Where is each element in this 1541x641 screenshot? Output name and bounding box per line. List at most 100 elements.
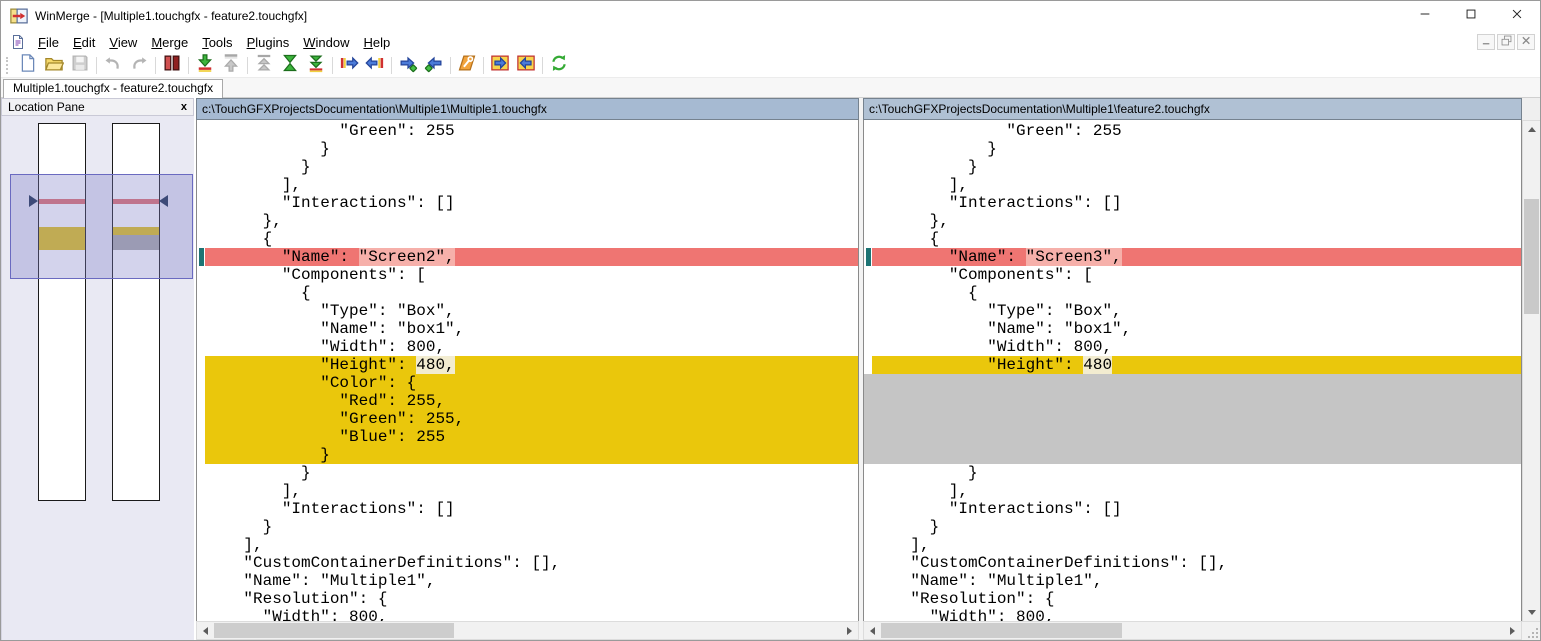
scroll-right-icon[interactable] <box>841 622 858 639</box>
mdi-restore-button[interactable] <box>1497 34 1515 50</box>
right-editor-body[interactable]: "Green": 255 } } ], "Interactions": [] }… <box>863 120 1522 621</box>
copy-right-button[interactable] <box>336 54 362 77</box>
gap-line[interactable] <box>864 374 1521 392</box>
code-line[interactable]: "Type": "Box", <box>197 302 858 320</box>
code-line[interactable]: } <box>197 446 858 464</box>
location-viewport-overlay[interactable] <box>10 174 193 279</box>
code-line[interactable]: "Red": 255, <box>197 392 858 410</box>
code-line[interactable]: } <box>864 464 1521 482</box>
gap-line[interactable] <box>864 410 1521 428</box>
code-line[interactable]: ], <box>864 176 1521 194</box>
gap-line[interactable] <box>864 428 1521 446</box>
code-line[interactable]: "Resolution": { <box>197 590 858 608</box>
code-line[interactable]: "Color": { <box>197 374 858 392</box>
vertical-scrollbar[interactable] <box>1522 120 1541 622</box>
code-line[interactable]: } <box>197 464 858 482</box>
code-line[interactable]: "Interactions": [] <box>864 194 1521 212</box>
menu-view[interactable]: View <box>102 33 144 52</box>
copy-left-button[interactable] <box>362 54 388 77</box>
menu-tools[interactable]: Tools <box>195 33 239 52</box>
menu-file[interactable]: File <box>31 33 66 52</box>
scroll-left-icon[interactable] <box>197 622 214 639</box>
code-line[interactable]: "CustomContainerDefinitions": [], <box>864 554 1521 572</box>
code-line[interactable]: "Interactions": [] <box>197 500 858 518</box>
scroll-right-icon[interactable] <box>1504 622 1521 639</box>
code-line[interactable]: "Width": 800, <box>197 608 858 621</box>
vscroll-thumb[interactable] <box>1524 199 1539 314</box>
code-line[interactable]: "Name": "Screen3", <box>864 248 1521 266</box>
code-line[interactable]: "Interactions": [] <box>864 500 1521 518</box>
gap-line[interactable] <box>864 446 1521 464</box>
code-line[interactable]: } <box>197 518 858 536</box>
code-line[interactable]: "Type": "Box", <box>864 302 1521 320</box>
right-horizontal-scrollbar[interactable] <box>863 621 1522 640</box>
code-line[interactable]: "Name": "box1", <box>864 320 1521 338</box>
resize-grip[interactable] <box>1522 622 1541 641</box>
code-line[interactable]: "Width": 800, <box>864 608 1521 621</box>
mdi-minimize-button[interactable] <box>1477 34 1495 50</box>
new-file-button[interactable] <box>15 54 41 77</box>
scroll-up-icon[interactable] <box>1523 121 1540 138</box>
code-line[interactable]: "Green": 255 <box>197 122 858 140</box>
code-line[interactable]: "Name": "Screen2", <box>197 248 858 266</box>
code-line[interactable]: "Name": "Multiple1", <box>864 572 1521 590</box>
last-difference-button[interactable] <box>303 54 329 77</box>
menu-help[interactable]: Help <box>356 33 397 52</box>
left-horizontal-scrollbar[interactable] <box>196 621 859 640</box>
code-line[interactable]: } <box>864 518 1521 536</box>
current-difference-button[interactable] <box>277 54 303 77</box>
scroll-left-icon[interactable] <box>864 622 881 639</box>
code-line[interactable]: "Components": [ <box>197 266 858 284</box>
code-line[interactable]: "Height": 480, <box>197 356 858 374</box>
refresh-button[interactable] <box>546 54 572 77</box>
code-line[interactable]: "Blue": 255 <box>197 428 858 446</box>
scroll-down-icon[interactable] <box>1523 604 1540 621</box>
auto-merge-button[interactable] <box>454 54 480 77</box>
code-line[interactable]: ], <box>197 536 858 554</box>
code-line[interactable]: "Components": [ <box>864 266 1521 284</box>
code-line[interactable]: } <box>864 158 1521 176</box>
menu-plugins[interactable]: Plugins <box>240 33 297 52</box>
maximize-button[interactable] <box>1448 1 1494 31</box>
select-line-difference-button[interactable] <box>159 54 185 77</box>
mdi-close-button[interactable] <box>1517 34 1535 50</box>
left-file-path-header[interactable]: c:\TouchGFXProjectsDocumentation\Multipl… <box>196 98 859 120</box>
right-file-path-header[interactable]: c:\TouchGFXProjectsDocumentation\Multipl… <box>863 98 1522 120</box>
code-line[interactable]: { <box>197 230 858 248</box>
code-line[interactable]: ], <box>864 482 1521 500</box>
code-line[interactable]: "CustomContainerDefinitions": [], <box>197 554 858 572</box>
code-line[interactable]: "Green": 255, <box>197 410 858 428</box>
location-pane-close-icon[interactable]: x <box>177 101 191 113</box>
copy-all-right-button[interactable] <box>487 54 513 77</box>
code-line[interactable]: "Green": 255 <box>864 122 1521 140</box>
toolbar-grip[interactable] <box>6 57 9 74</box>
code-line[interactable]: } <box>197 158 858 176</box>
code-line[interactable]: "Width": 800, <box>197 338 858 356</box>
code-line[interactable]: "Height": 480 <box>864 356 1521 374</box>
code-line[interactable]: } <box>864 140 1521 158</box>
close-button[interactable] <box>1494 1 1540 31</box>
code-line[interactable]: "Resolution": { <box>864 590 1521 608</box>
code-line[interactable]: ], <box>197 482 858 500</box>
menu-window[interactable]: Window <box>296 33 356 52</box>
code-line[interactable]: }, <box>864 212 1521 230</box>
code-line[interactable]: { <box>197 284 858 302</box>
code-line[interactable]: "Width": 800, <box>864 338 1521 356</box>
code-line[interactable]: { <box>864 284 1521 302</box>
copy-left-and-advance-button[interactable] <box>421 54 447 77</box>
code-line[interactable]: } <box>197 140 858 158</box>
gap-line[interactable] <box>864 392 1521 410</box>
menu-edit[interactable]: Edit <box>66 33 102 52</box>
tab-compare-document[interactable]: Multiple1.touchgfx - feature2.touchgfx <box>3 79 223 98</box>
open-file-button[interactable] <box>41 54 67 77</box>
code-line[interactable]: ], <box>864 536 1521 554</box>
location-map-canvas[interactable] <box>1 116 194 640</box>
code-line[interactable]: "Name": "box1", <box>197 320 858 338</box>
code-line[interactable]: "Interactions": [] <box>197 194 858 212</box>
code-line[interactable]: { <box>864 230 1521 248</box>
left-editor-body[interactable]: "Green": 255 } } ], "Interactions": [] }… <box>196 120 859 621</box>
menu-merge[interactable]: Merge <box>144 33 195 52</box>
code-line[interactable]: }, <box>197 212 858 230</box>
right-hscroll-thumb[interactable] <box>881 623 1122 638</box>
copy-right-and-advance-button[interactable] <box>395 54 421 77</box>
